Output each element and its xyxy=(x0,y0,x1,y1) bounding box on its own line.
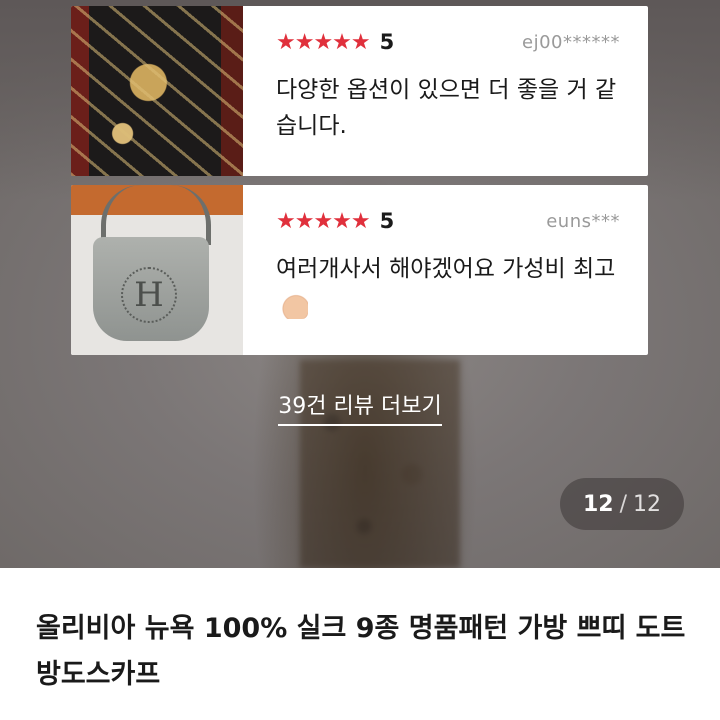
page-current: 12 xyxy=(582,491,614,517)
bag-logo: H xyxy=(121,267,177,323)
page-total: 12 xyxy=(633,491,662,517)
review-content: ★★★★★ 5 ej00****** 다양한 옵션이 있으면 더 좋을 거 같습… xyxy=(276,28,620,144)
review-text-wrap: 여러개사서 해야겠어요 가성비 최고 xyxy=(276,251,620,323)
reviewer-name: euns*** xyxy=(546,210,620,232)
page-separator: / xyxy=(619,491,628,517)
star-rating-icon: ★★★★★ xyxy=(276,29,371,55)
reviewer-name: ej00****** xyxy=(522,31,620,53)
star-rating-icon: ★★★★★ xyxy=(276,208,371,234)
rating-score: 5 xyxy=(379,209,395,233)
review-card[interactable]: H ★★★★★ 5 euns*** 여러개사서 해야겠어요 가성비 최고 xyxy=(71,185,648,355)
bag-strap xyxy=(101,185,211,245)
review-photo[interactable]: H xyxy=(71,185,243,355)
more-reviews-row: 39건 리뷰 더보기 xyxy=(0,388,720,426)
page-indicator: 12 / 12 xyxy=(560,478,684,530)
review-content: ★★★★★ 5 euns*** 여러개사서 해야겠어요 가성비 최고 xyxy=(276,207,620,323)
rating-row: ★★★★★ 5 ej00****** xyxy=(276,28,620,56)
thumbs-up-icon xyxy=(278,292,308,319)
review-text: 여러개사서 해야겠어요 가성비 최고 xyxy=(276,256,616,282)
more-reviews-link[interactable]: 39건 리뷰 더보기 xyxy=(278,394,442,426)
product-image[interactable]: ★★★★★ 5 ej00****** 다양한 옵션이 있으면 더 좋을 거 같습… xyxy=(0,0,720,568)
review-text: 다양한 옵션이 있으면 더 좋을 거 같습니다. xyxy=(276,77,617,139)
rating-row: ★★★★★ 5 euns*** xyxy=(276,207,620,235)
review-photo[interactable] xyxy=(71,6,243,176)
review-card[interactable]: ★★★★★ 5 ej00****** 다양한 옵션이 있으면 더 좋을 거 같습… xyxy=(71,6,648,176)
rating-score: 5 xyxy=(379,30,395,54)
product-title: 올리비아 뉴욕 100% 실크 9종 명품패턴 가방 쁘띠 도트 방도스카프 xyxy=(36,613,686,690)
